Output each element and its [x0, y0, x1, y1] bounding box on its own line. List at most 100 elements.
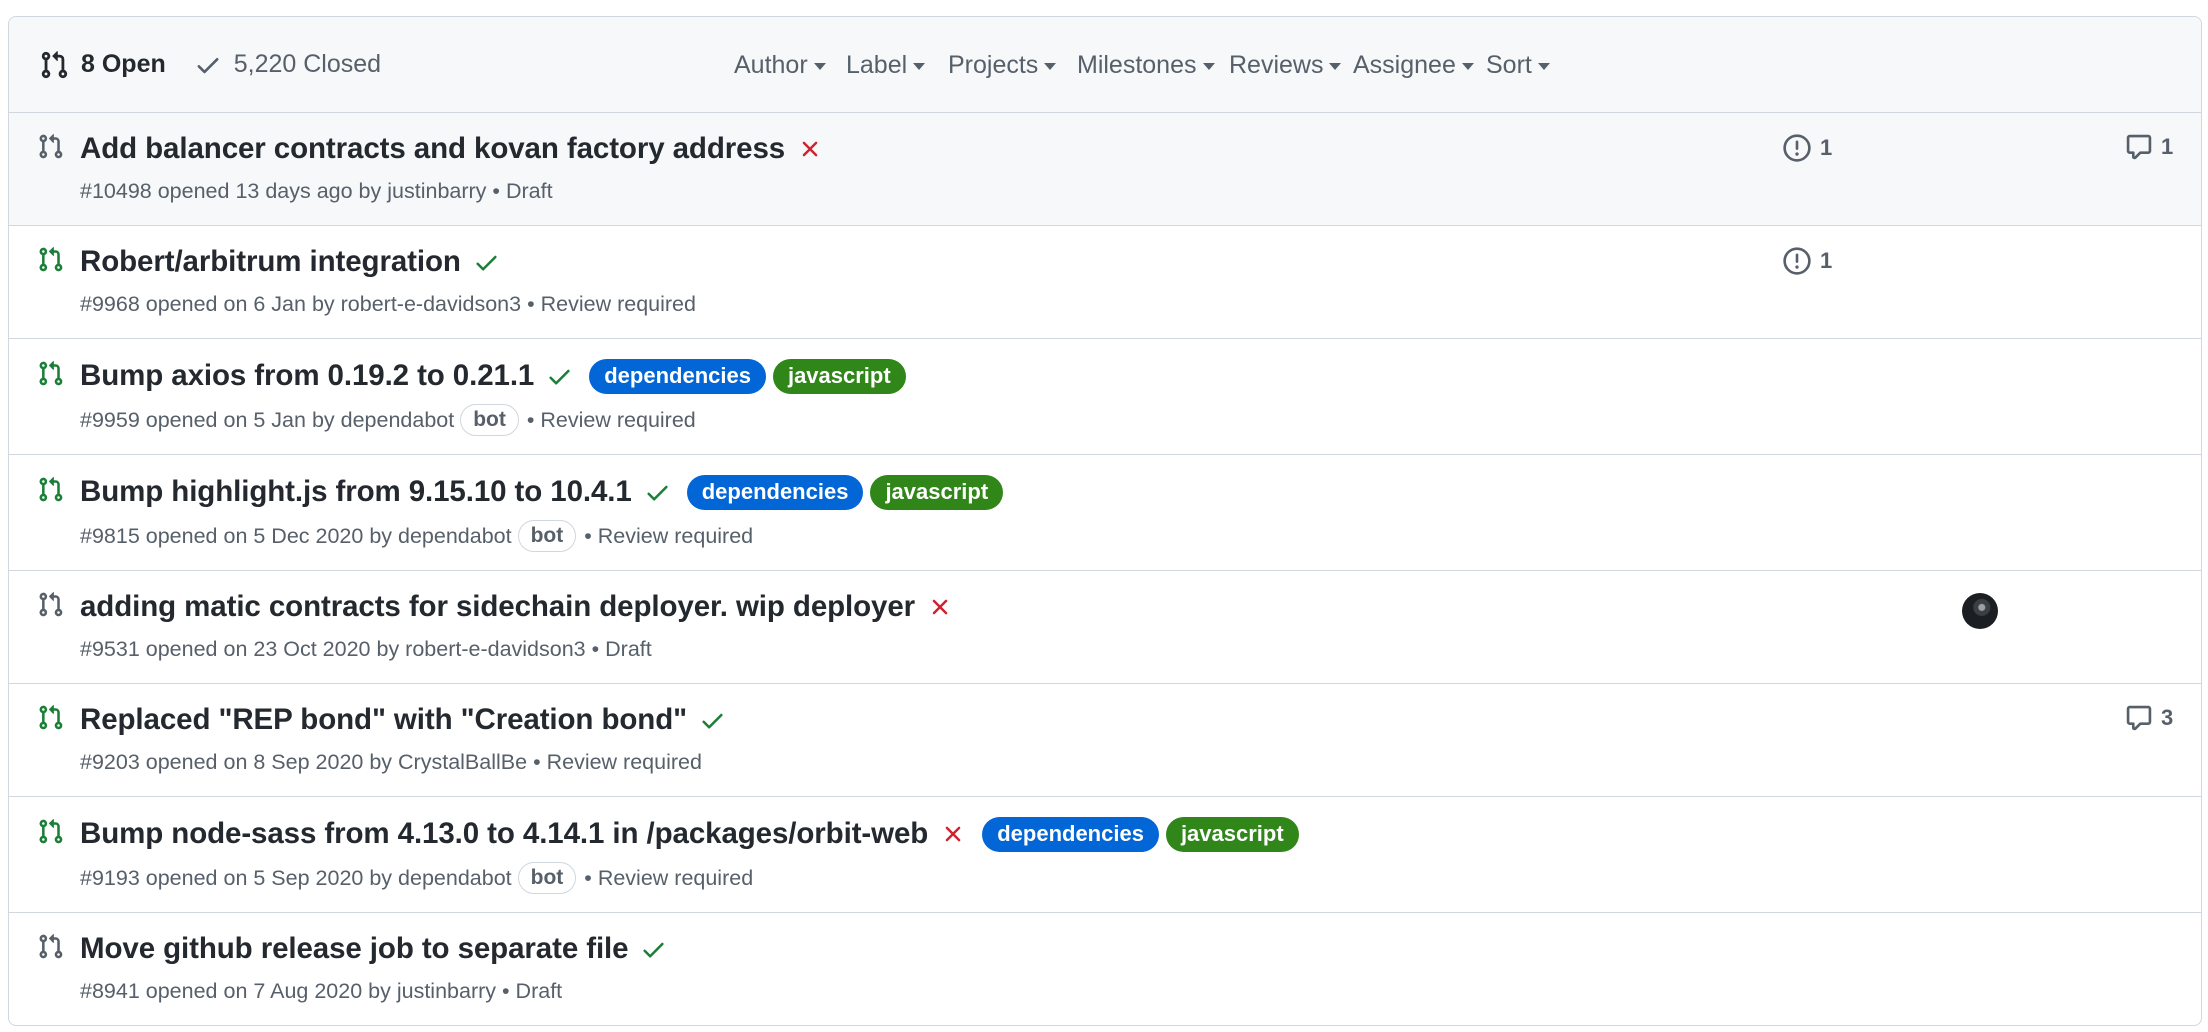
open-pull-request-icon [37, 360, 64, 392]
title-line: Bump axios from 0.19.2 to 0.21.1 dependen… [80, 356, 906, 396]
label-javascript[interactable]: javascript [1165, 816, 1299, 852]
author-link[interactable]: CrystalBallBe [398, 750, 527, 775]
pull-request-row[interactable]: Replaced "REP bond" with "Creation bond"… [9, 684, 2201, 797]
filter-sort[interactable]: Sort [1486, 51, 1550, 80]
pull-request-row[interactable]: Bump node-sass from 4.13.0 to 4.14.1 in … [9, 797, 2201, 913]
comments-count: 1 [2161, 134, 2174, 159]
author-link[interactable]: robert-e-davidson3 [405, 637, 585, 662]
caret-down-icon [913, 63, 926, 70]
title-line: Replaced "REP bond" with "Creation bond" [80, 700, 726, 740]
title-line: Add balancer contracts and kovan factory… [80, 129, 823, 169]
pull-request-row[interactable]: Bump highlight.js from 9.15.10 to 10.4.1… [9, 455, 2201, 571]
draft-pull-request-icon [37, 133, 64, 165]
pull-request-title-link[interactable]: Bump highlight.js from 9.15.10 to 10.4.1 [80, 475, 632, 509]
caret-down-icon [1461, 63, 1474, 70]
pull-request-row[interactable]: Add balancer contracts and kovan factory… [9, 113, 2201, 226]
separator-dot: • [584, 523, 592, 548]
filter-milestones[interactable]: Milestones [1077, 51, 1215, 80]
pull-request-row[interactable]: Move github release job to separate file… [9, 913, 2201, 1025]
issue-opened-icon [1783, 247, 1811, 275]
review-status[interactable]: Review required [547, 750, 702, 775]
pull-request-list: 8 Open 5,220 Closed Author Label Projects M… [8, 16, 2202, 1026]
pull-request-meta: #8941 opened on 7 Aug 2020 by justinbarr… [80, 974, 562, 1008]
check-success-icon[interactable] [699, 707, 726, 734]
separator-dot: • [533, 749, 541, 774]
review-status[interactable]: Review required [598, 524, 753, 549]
separator-dot: • [526, 407, 535, 432]
check-success-icon[interactable] [473, 249, 500, 276]
pull-request-row[interactable]: Bump axios from 0.19.2 to 0.21.1 dependen… [9, 339, 2201, 455]
author-link[interactable]: robert-e-davidson3 [341, 292, 521, 317]
filter-author[interactable]: Author [734, 51, 826, 80]
comments-badge[interactable]: 3 [2125, 704, 2173, 732]
author-link[interactable]: dependabot [398, 866, 512, 891]
separator-dot: • [591, 636, 600, 661]
comments-badge[interactable]: 1 [2125, 133, 2173, 161]
label-javascript[interactable]: javascript [870, 474, 1004, 510]
label-dependencies[interactable]: dependencies [686, 474, 864, 510]
draft-pull-request-icon [37, 591, 64, 623]
caret-down-icon [1202, 63, 1215, 70]
author-link[interactable]: dependabot [398, 524, 512, 549]
linked-issues-count: 1 [1820, 248, 1833, 273]
review-status[interactable]: Review required [598, 866, 753, 891]
review-status[interactable]: Review required [540, 408, 695, 433]
filter-bar: Author Label Projects Milestones Reviews Assi… [9, 17, 2201, 112]
caret-down-icon [1044, 63, 1057, 70]
caret-down-icon [813, 63, 826, 70]
check-success-icon[interactable] [644, 479, 671, 506]
open-pull-request-icon [37, 476, 64, 508]
filter-label[interactable]: Label [846, 51, 926, 80]
check-failure-icon[interactable] [927, 594, 953, 620]
pull-request-number: #10498 [80, 178, 152, 203]
opened-text: opened on 5 Jan by [139, 407, 341, 432]
opened-text: opened 13 days ago by [151, 178, 388, 203]
check-failure-icon[interactable] [940, 821, 966, 847]
linked-issues-badge[interactable]: 1 [1782, 133, 1832, 163]
check-success-icon[interactable] [546, 363, 573, 390]
pull-request-title-link[interactable]: Bump axios from 0.19.2 to 0.21.1 [80, 359, 534, 393]
label-javascript[interactable]: javascript [772, 358, 906, 394]
pull-request-title-link[interactable]: Add balancer contracts and kovan factory… [80, 132, 785, 166]
filter-label: Sort [1486, 51, 1532, 79]
pull-request-title-link[interactable]: Replaced "REP bond" with "Creation bond" [80, 703, 687, 737]
pull-request-number: #9959 [80, 407, 140, 432]
open-pull-request-icon [37, 818, 64, 850]
pull-request-title-link[interactable]: Robert/arbitrum integration [80, 245, 461, 279]
draft-pull-request-icon [37, 933, 64, 965]
filter-reviews[interactable]: Reviews [1229, 51, 1342, 80]
author-link[interactable]: dependabot [341, 408, 455, 433]
list-header: 8 Open 5,220 Closed Author Label Projects M… [9, 17, 2201, 113]
caret-down-icon [1537, 63, 1550, 70]
open-pull-request-icon [37, 704, 64, 736]
separator-dot: • [492, 178, 500, 203]
pull-request-title-link[interactable]: adding matic contracts for sidechain dep… [80, 590, 915, 624]
pull-request-title-link[interactable]: Move github release job to separate file [80, 932, 629, 966]
linked-issues-badge[interactable]: 1 [1782, 246, 1832, 276]
pull-request-number: #9531 [80, 636, 140, 661]
comment-icon [2126, 134, 2152, 160]
pull-request-meta: #10498 opened 13 days ago by justinbarry… [80, 174, 553, 208]
filter-assignee[interactable]: Assignee [1353, 51, 1474, 80]
title-line: Bump node-sass from 4.13.0 to 4.14.1 in … [80, 814, 1299, 854]
filter-label: Milestones [1077, 51, 1197, 79]
title-line: Move github release job to separate file [80, 929, 667, 969]
pull-request-row[interactable]: Robert/arbitrum integration #9968 opened … [9, 226, 2201, 339]
label-dependencies[interactable]: dependencies [589, 358, 766, 394]
pull-request-number: #9815 [80, 523, 140, 548]
review-status[interactable]: Review required [541, 292, 696, 317]
assignee-avatar[interactable] [1962, 593, 1998, 629]
filter-projects[interactable]: Projects [948, 51, 1057, 80]
opened-text: opened on 7 Aug 2020 by [139, 978, 397, 1003]
separator-dot: • [584, 865, 592, 890]
pull-request-title-link[interactable]: Bump node-sass from 4.13.0 to 4.14.1 in … [80, 817, 928, 851]
check-success-icon[interactable] [640, 936, 667, 963]
filter-label: Projects [948, 51, 1039, 79]
pull-request-meta: #9203 opened on 8 Sep 2020 by CrystalBal… [80, 745, 702, 779]
check-failure-icon[interactable] [797, 136, 823, 162]
issue-opened-icon [1783, 134, 1811, 162]
label-dependencies[interactable]: dependencies [982, 816, 1159, 852]
pull-request-row[interactable]: adding matic contracts for sidechain dep… [9, 571, 2201, 684]
author-link[interactable]: justinbarry [387, 179, 486, 204]
author-link[interactable]: justinbarry [397, 979, 496, 1004]
